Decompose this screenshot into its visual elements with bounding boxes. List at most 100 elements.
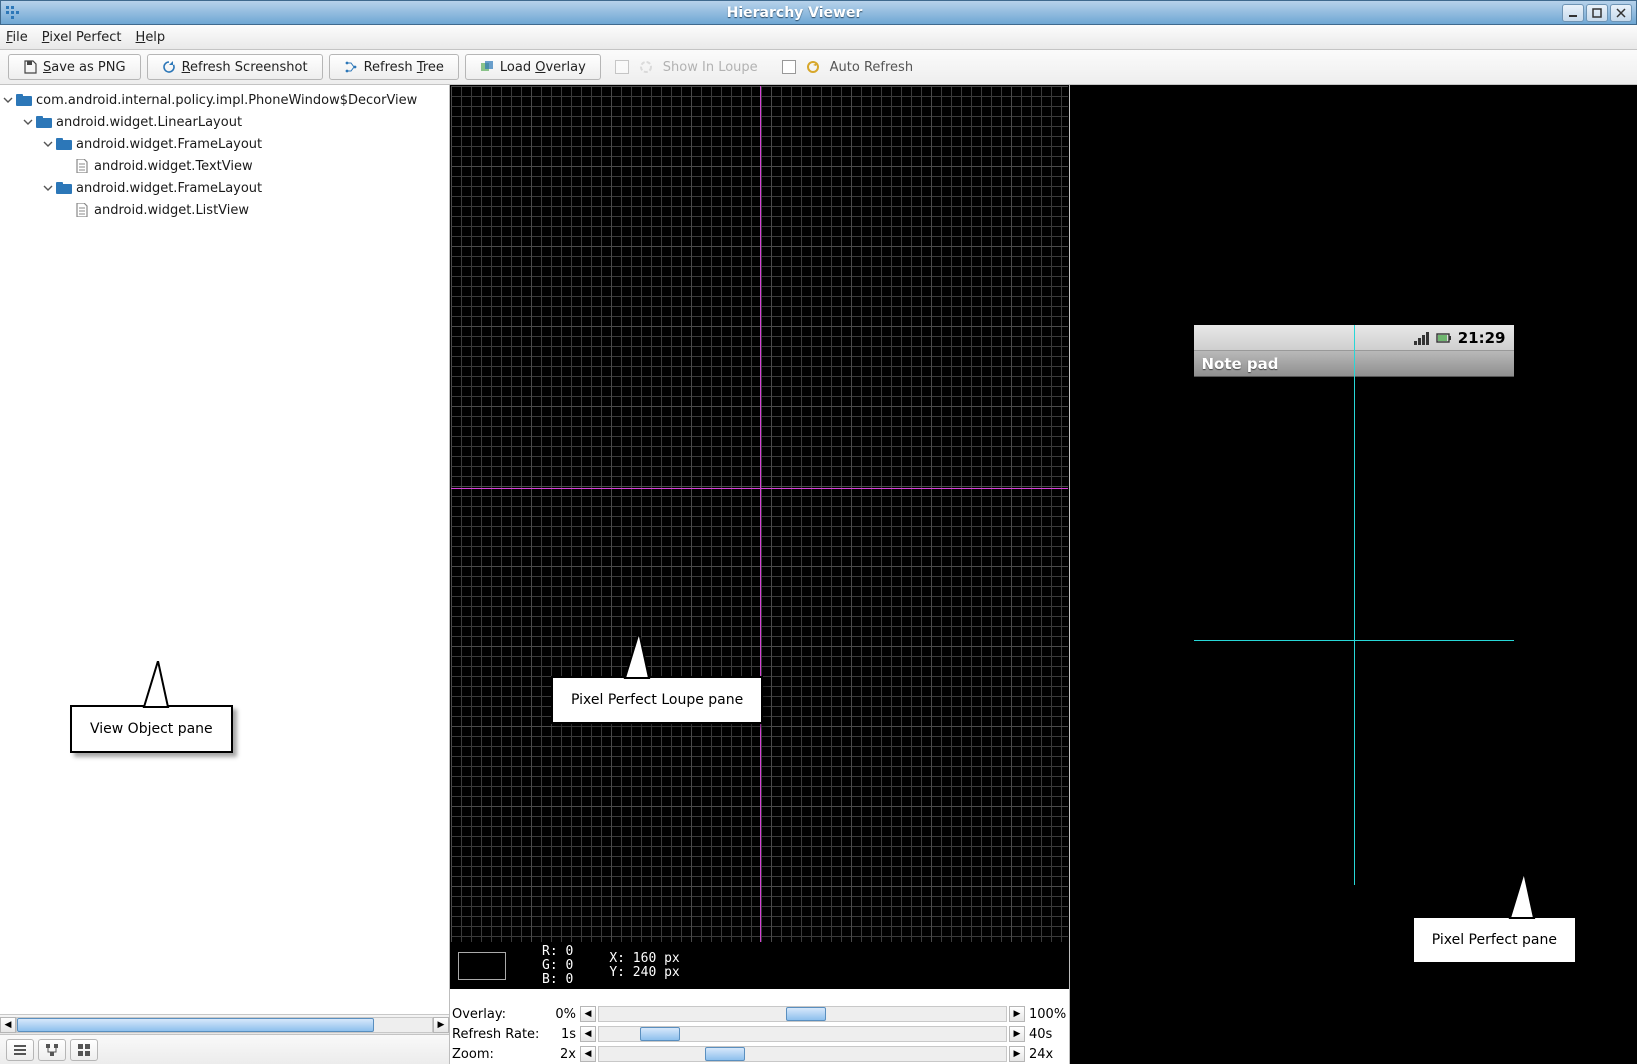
refresh-screenshot-button[interactable]: Refresh Screenshot	[147, 54, 323, 80]
scroll-right-arrow[interactable]: ▶	[433, 1017, 449, 1033]
view-mode-list-button[interactable]	[6, 1039, 34, 1061]
slider-left-arrow[interactable]: ◀	[580, 1006, 596, 1022]
tree-horizontal-scrollbar[interactable]: ◀ ▶	[0, 1014, 449, 1034]
slider-right-arrow[interactable]: ▶	[1009, 1046, 1025, 1062]
zoom-label: Zoom:	[450, 1047, 546, 1062]
refresh-tree-button[interactable]: Refresh Tree	[329, 54, 459, 80]
refresh-rate-end: 40s	[1025, 1027, 1069, 1042]
crosshair-vertical	[760, 86, 761, 942]
window-close-button[interactable]	[1610, 4, 1632, 22]
refresh-icon	[162, 60, 176, 74]
loupe-sliders: Overlay: 0% ◀ ▶ 100% Refresh Rate: 1s ◀ …	[450, 1004, 1069, 1064]
view-mode-grid-button[interactable]	[70, 1039, 98, 1061]
callout-label: View Object pane	[90, 721, 213, 737]
tree-node-listview[interactable]: android.widget.ListView	[2, 199, 447, 221]
signal-icon	[1414, 331, 1430, 345]
tree-node-framelayout-1[interactable]: android.widget.FrameLayout	[2, 133, 447, 155]
view-mode-switcher	[0, 1034, 449, 1064]
refresh-rate-value: 1s	[546, 1027, 580, 1042]
view-tree[interactable]: com.android.internal.policy.impl.PhoneWi…	[0, 85, 449, 1014]
menu-file[interactable]: File	[6, 30, 28, 45]
slider-left-arrow[interactable]: ◀	[580, 1046, 596, 1062]
show-in-loupe-checkbox[interactable]	[615, 60, 629, 74]
auto-refresh-label: Auto Refresh	[830, 60, 913, 75]
file-icon	[74, 203, 90, 217]
load-overlay-button[interactable]: Load Overlay	[465, 54, 601, 80]
window-maximize-button[interactable]	[1586, 4, 1608, 22]
disclosure-icon[interactable]	[42, 182, 54, 194]
menu-help[interactable]: Help	[136, 30, 166, 45]
window-titlebar: Hierarchy Viewer	[0, 0, 1637, 25]
tree-node-framelayout-2[interactable]: android.widget.FrameLayout	[2, 177, 447, 199]
app-icon	[5, 5, 21, 21]
device-clock: 21:29	[1458, 329, 1506, 347]
callout-loupe: Pixel Perfect Loupe pane	[551, 676, 763, 724]
disclosure-icon[interactable]	[22, 116, 34, 128]
show-in-loupe-label: Show In Loupe	[663, 60, 758, 75]
auto-refresh-checkbox[interactable]	[782, 60, 796, 74]
pixel-perfect-loupe-pane: Pixel Perfect Loupe pane R: 0 G: 0 B: 0 …	[450, 85, 1070, 1064]
save-icon	[23, 60, 37, 74]
readout-hex: #000000	[450, 989, 511, 1004]
zoom-slider[interactable]	[598, 1046, 1007, 1062]
readout-r: R: 0	[542, 945, 573, 959]
auto-refresh-icon	[806, 60, 820, 74]
overlay-label: Overlay:	[450, 1007, 546, 1022]
loupe-spinner-icon	[639, 60, 653, 74]
folder-icon	[36, 115, 52, 129]
tree-node-decorview[interactable]: com.android.internal.policy.impl.PhoneWi…	[2, 89, 447, 111]
color-swatch	[458, 952, 506, 980]
pixel-readout: R: 0 G: 0 B: 0 X: 160 px Y: 240 px	[450, 943, 1069, 989]
main-area: com.android.internal.policy.impl.PhoneWi…	[0, 85, 1637, 1064]
refresh-rate-slider[interactable]	[598, 1026, 1007, 1042]
view-mode-tree-button[interactable]	[38, 1039, 66, 1061]
overlay-icon	[480, 60, 494, 74]
file-icon	[74, 159, 90, 173]
tree-node-linearlayout[interactable]: android.widget.LinearLayout	[2, 111, 447, 133]
zoom-end: 24x	[1025, 1047, 1069, 1062]
callout-pixel-perfect: Pixel Perfect pane	[1412, 916, 1577, 964]
readout-b: B: 0	[542, 973, 573, 987]
overlay-end: 100%	[1025, 1007, 1069, 1022]
refresh-screenshot-label: Refresh Screenshot	[182, 60, 308, 75]
tree-node-textview[interactable]: android.widget.TextView	[2, 155, 447, 177]
readout-g: G: 0	[542, 959, 573, 973]
overlay-slider-row: Overlay: 0% ◀ ▶ 100%	[450, 1004, 1069, 1024]
window-minimize-button[interactable]	[1562, 4, 1584, 22]
zoom-value: 2x	[546, 1047, 580, 1062]
readout-x: X: 160 px	[609, 952, 679, 966]
slider-right-arrow[interactable]: ▶	[1009, 1026, 1025, 1042]
overlay-slider[interactable]	[598, 1006, 1007, 1022]
callout-label: Pixel Perfect pane	[1432, 932, 1557, 948]
slider-left-arrow[interactable]: ◀	[580, 1026, 596, 1042]
overlay-value: 0%	[546, 1007, 580, 1022]
callout-view-object: View Object pane	[70, 705, 233, 753]
tree-node-label: android.widget.FrameLayout	[76, 181, 262, 196]
loupe-view[interactable]: Pixel Perfect Loupe pane	[450, 85, 1069, 943]
readout-y: Y: 240 px	[609, 966, 679, 980]
disclosure-icon[interactable]	[2, 94, 14, 106]
tree-node-label: android.widget.ListView	[94, 203, 249, 218]
menubar: File Pixel Perfect Help	[0, 25, 1637, 50]
disclosure-icon[interactable]	[42, 138, 54, 150]
callout-label: Pixel Perfect Loupe pane	[571, 692, 743, 708]
folder-icon	[16, 93, 32, 107]
battery-icon	[1436, 331, 1452, 345]
slider-right-arrow[interactable]: ▶	[1009, 1006, 1025, 1022]
refresh-tree-icon	[344, 60, 358, 74]
folder-icon	[56, 137, 72, 151]
tree-node-label: android.widget.TextView	[94, 159, 253, 174]
tree-node-label: android.widget.LinearLayout	[56, 115, 242, 130]
zoom-slider-row: Zoom: 2x ◀ ▶ 24x	[450, 1044, 1069, 1064]
toolbar: Save as PNG Refresh Screenshot Refresh T…	[0, 50, 1637, 85]
tree-node-label: android.widget.FrameLayout	[76, 137, 262, 152]
load-overlay-label: Load Overlay	[500, 60, 586, 75]
view-object-pane: com.android.internal.policy.impl.PhoneWi…	[0, 85, 450, 1064]
refresh-rate-label: Refresh Rate:	[450, 1027, 546, 1042]
menu-pixel-perfect[interactable]: Pixel Perfect	[42, 30, 122, 45]
save-as-png-button[interactable]: Save as PNG	[8, 54, 141, 80]
folder-icon	[56, 181, 72, 195]
tree-node-label: com.android.internal.policy.impl.PhoneWi…	[36, 93, 417, 108]
refresh-tree-label: Refresh Tree	[364, 60, 444, 75]
scroll-left-arrow[interactable]: ◀	[0, 1017, 16, 1033]
